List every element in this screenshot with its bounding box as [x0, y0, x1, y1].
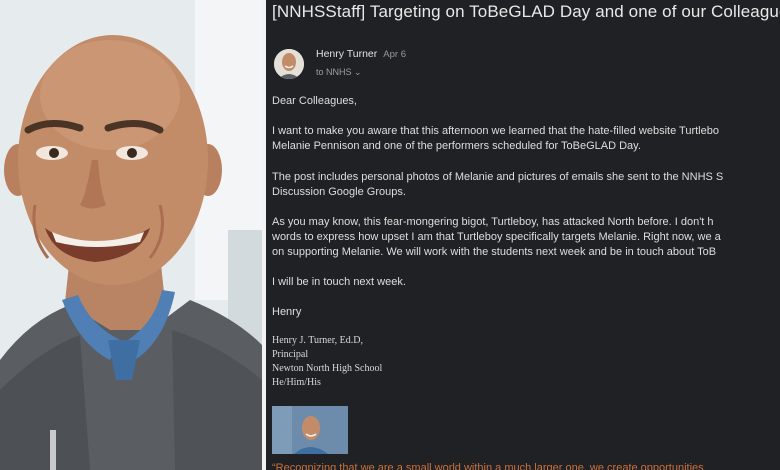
paragraph-1-line-1: I want to make you aware that this after…	[272, 125, 719, 137]
email-signoff: Henry	[272, 306, 302, 318]
email-greeting: Dear Colleagues,	[272, 95, 357, 107]
signature-title: Principal	[272, 349, 309, 360]
paragraph-1-line-2: Melanie Pennison and one of the performe…	[272, 140, 641, 152]
email-view: [NNHSStaff] Targeting on ToBeGLAD Day an…	[266, 0, 780, 470]
portrait-photo	[0, 0, 262, 470]
sender-name[interactable]: Henry Turner	[316, 48, 377, 60]
email-subject: [NNHSStaff] Targeting on ToBeGLAD Day an…	[272, 2, 780, 21]
chevron-down-icon[interactable]: ⌄	[354, 67, 362, 77]
paragraph-2-line-2: Discussion Google Groups.	[272, 186, 406, 198]
signature-photo-image	[272, 406, 348, 454]
paragraph-2-line-1: The post includes personal photos of Mel…	[272, 171, 724, 183]
paragraph-4: I will be in touch next week.	[272, 276, 406, 288]
quote-fragment: “Recognizing that we are a small world w…	[272, 462, 704, 470]
paragraph-3-line-2: words to express how upset I am that Tur…	[272, 231, 721, 243]
paragraph-3-line-1: As you may know, this fear-mongering big…	[272, 216, 714, 228]
recipient-line[interactable]: to NNHS ⌄	[316, 67, 362, 78]
recipient-label: to NNHS	[316, 67, 352, 77]
signature-school: Newton North High School	[272, 363, 383, 374]
portrait-illustration	[0, 0, 262, 470]
signature-photo	[272, 406, 348, 454]
sender-avatar[interactable]	[274, 49, 304, 79]
avatar-image	[274, 49, 304, 79]
signature-name: Henry J. Turner, Ed.D,	[272, 335, 363, 346]
paragraph-3-line-3: on supporting Melanie. We will work with…	[272, 246, 717, 258]
sender-line: Henry Turner Apr 6	[316, 48, 406, 60]
email-date: Apr 6	[383, 49, 406, 60]
signature-pronouns: He/Him/His	[272, 377, 321, 388]
